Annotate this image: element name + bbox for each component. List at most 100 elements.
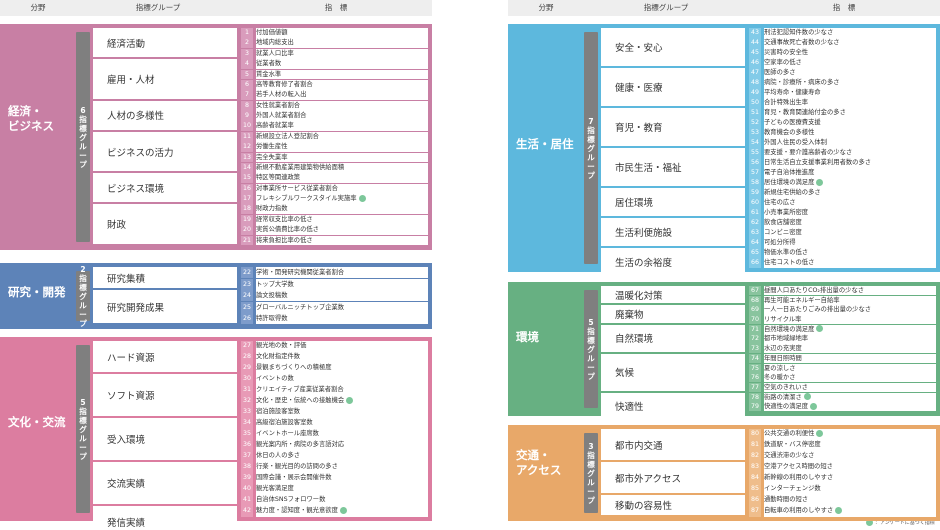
indicator-row: 45 災害時の安全性 bbox=[749, 48, 936, 58]
indicator-label: 実質公債費比率の低さ bbox=[256, 226, 319, 234]
indicator-label: 高級宿泊施設客室数 bbox=[256, 419, 313, 426]
indicator-row: 69 一人一日あたりごみの排出量の少なさ bbox=[749, 305, 936, 315]
indicator-row: 37 休日の人の多さ bbox=[241, 451, 428, 462]
indicator-number: 60 bbox=[749, 198, 761, 208]
indicator-row: 20 実質公債費比率の低さ bbox=[241, 225, 428, 236]
indicator-label: 行楽・観光目的の訪問の多さ bbox=[256, 463, 338, 470]
indicator-row: 5 賃金水準 bbox=[241, 69, 428, 80]
indicator-row: 31 クリエイティブ産業従業者割合 bbox=[241, 385, 428, 396]
section-econ: 経済・ ビジネス 6 指標グループ経済活動 雇用・人材 人材の多様性 ビジネスの活力 ビジネ… bbox=[0, 24, 432, 250]
indicator-number: 51 bbox=[749, 108, 761, 118]
indicator-row: 57 電子自治体推進度 bbox=[749, 168, 936, 178]
indicator-row: 62 飲食店舗密度 bbox=[749, 218, 936, 228]
indicator-label: 新規住宅供給の多さ bbox=[764, 189, 821, 196]
indicator-label: 子どもの医療費支援 bbox=[764, 119, 821, 126]
indicator-number: 29 bbox=[241, 363, 253, 374]
indicator-number: 54 bbox=[749, 138, 761, 148]
indicator-label: 国際会議・展示会開催件数 bbox=[256, 474, 332, 481]
indicator-label: 高齢者就業率 bbox=[256, 122, 294, 130]
indicator-number: 62 bbox=[749, 218, 761, 228]
indicator-number: 69 bbox=[749, 305, 761, 315]
indicator-number: 68 bbox=[749, 295, 761, 305]
group-4: 気候 bbox=[601, 353, 745, 391]
indicator-label: 特区等関連政策 bbox=[256, 174, 301, 182]
indicator-number: 9 bbox=[241, 111, 253, 121]
indicator-row: 19 経常収支比率の低さ bbox=[241, 214, 428, 225]
indicator-label: 特許取得数 bbox=[256, 315, 288, 323]
indicator-label: 物価水準の低さ bbox=[764, 249, 809, 256]
indicator-label: 将来負担比率の低さ bbox=[256, 236, 313, 244]
indicator-number: 14 bbox=[241, 162, 253, 173]
category-label: 環境 bbox=[516, 330, 539, 344]
indicator-number: 48 bbox=[749, 78, 761, 88]
indicator-label: 病院・診療所・病床の多さ bbox=[764, 79, 840, 86]
indicator-number: 5 bbox=[241, 69, 253, 80]
indicator-number: 87 bbox=[749, 506, 761, 517]
indicator-number: 55 bbox=[749, 148, 761, 158]
indicator-row: 49 平均寿命・健康寿命 bbox=[749, 88, 936, 98]
header-indicator-right: 指 標 bbox=[832, 3, 856, 12]
group-3: 自然環境 bbox=[601, 324, 745, 352]
indicator-number: 20 bbox=[241, 225, 253, 236]
group-3: 受入環境 bbox=[93, 418, 237, 460]
indicator-number: 47 bbox=[749, 68, 761, 78]
group-count-label: 2指標グループ bbox=[76, 265, 90, 328]
group-1: 研究集積 bbox=[93, 267, 237, 289]
group-2: 研究開発成果 bbox=[93, 290, 237, 323]
indicator-label: 都市地域緑地率 bbox=[764, 335, 809, 343]
group-5: 居住環境 bbox=[601, 188, 745, 216]
indicator-label: 日常生活自立支援事業利用者数の多さ bbox=[764, 159, 872, 166]
indicator-number: 17 bbox=[241, 194, 253, 204]
group-3: 人材の多様性 bbox=[93, 100, 237, 130]
indicator-row: 40 観光客満足度 bbox=[241, 484, 428, 495]
indicator-label: 街路の清潔さ bbox=[764, 393, 802, 401]
indicator-framework: 分野 指標グループ 指 標 分野 指標グループ 指 標 ：アンケートに基づく指標… bbox=[0, 0, 940, 530]
indicator-row: 38 行楽・観光目的の訪問の多さ bbox=[241, 462, 428, 473]
indicator-number: 59 bbox=[749, 188, 761, 198]
indicator-number: 15 bbox=[241, 173, 253, 184]
indicator-number: 37 bbox=[241, 451, 253, 462]
indicator-row: 48 病院・診療所・病床の多さ bbox=[749, 78, 936, 88]
indicator-row: 63 コンビニ密度 bbox=[749, 228, 936, 238]
indicator-row: 81 鉄道駅・バス停密度 bbox=[749, 440, 936, 451]
header-group-right: 指標グループ bbox=[643, 3, 689, 12]
indicator-row: 10 高齢者就業率 bbox=[241, 121, 428, 132]
indicator-row: 47 医師の多さ bbox=[749, 68, 936, 78]
indicator-row: 2 地域内総支出 bbox=[241, 38, 428, 49]
indicator-number: 70 bbox=[749, 315, 761, 325]
indicator-row: 7 若手人材の転入出 bbox=[241, 90, 428, 101]
indicator-number: 3 bbox=[241, 48, 253, 59]
indicator-number: 16 bbox=[241, 183, 253, 194]
indicator-label: 一人一日あたりごみの排出量の少なさ bbox=[764, 306, 872, 314]
indicator-label: トップ大学数 bbox=[256, 280, 294, 288]
indicator-row: 54 外国人住民の受入体制 bbox=[749, 138, 936, 148]
indicator-row: 26 特許取得数 bbox=[241, 313, 428, 325]
indicator-row: 72 都市地域緑地率 bbox=[749, 334, 936, 344]
indicator-number: 31 bbox=[241, 385, 253, 396]
group-6: 生活利便施設 bbox=[601, 218, 745, 246]
group-4: 交流実績 bbox=[93, 462, 237, 504]
section-res: 研究・開発 2 指標グループ研究集積 研究開発成果 22 学術・開発研究機関従業者割合 23… bbox=[0, 263, 432, 329]
indicator-number: 86 bbox=[749, 495, 761, 506]
indicator-row: 4 従業者数 bbox=[241, 59, 428, 70]
indicator-number: 83 bbox=[749, 462, 761, 473]
indicator-row: 8 女性就業者割合 bbox=[241, 100, 428, 111]
indicator-label: リサイクル率 bbox=[764, 316, 802, 324]
indicator-label: 夏の涼しさ bbox=[764, 364, 796, 372]
indicator-row: 30 イベントの数 bbox=[241, 374, 428, 385]
indicator-number: 41 bbox=[241, 495, 253, 506]
indicator-label: 休日の人の多さ bbox=[256, 452, 301, 459]
indicator-row: 87 自転車の利用のしやすさ bbox=[749, 506, 936, 517]
indicator-label: 従業者数 bbox=[256, 60, 282, 68]
indicator-number: 77 bbox=[749, 382, 761, 393]
indicator-label: 合計特殊出生率 bbox=[764, 99, 809, 106]
group-1: 安全・安心 bbox=[601, 28, 745, 66]
indicator-row: 27 観光地の数・評価 bbox=[241, 341, 428, 352]
indicator-number: 26 bbox=[241, 313, 253, 325]
category-label: 研究・開発 bbox=[8, 285, 66, 299]
indicator-label: 医師の多さ bbox=[764, 69, 796, 76]
group-2: ソフト資源 bbox=[93, 374, 237, 416]
indicator-row: 43 刑法犯認知件数の少なさ bbox=[749, 28, 936, 38]
indicator-row: 23 トップ大学数 bbox=[241, 278, 428, 290]
indicator-row: 76 冬の暖かさ bbox=[749, 373, 936, 383]
